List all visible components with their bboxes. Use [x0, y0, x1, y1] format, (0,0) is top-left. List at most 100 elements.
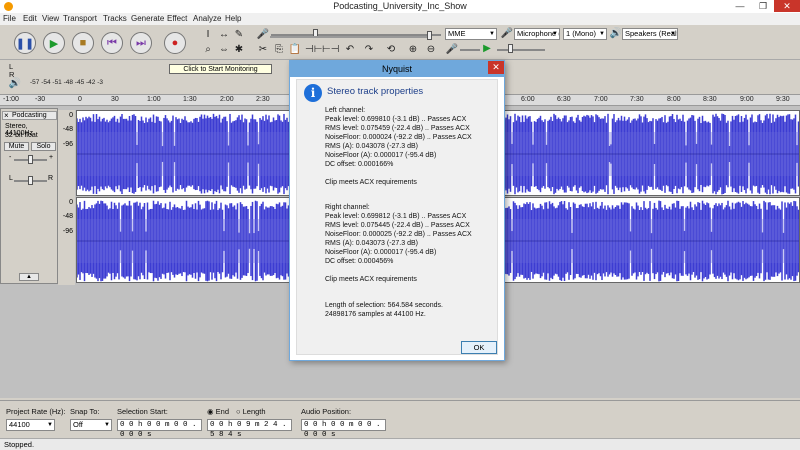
play-button[interactable]: ▶: [43, 32, 65, 54]
playback-device-select[interactable]: Speakers (Realt ▼: [622, 28, 678, 40]
left-channel-header: Left channel:: [325, 107, 366, 114]
scale-label: -48: [62, 126, 73, 133]
ruler-tick: -30: [35, 96, 46, 103]
track-close-icon[interactable]: ×: [4, 111, 9, 120]
mute-button[interactable]: Mute: [4, 142, 29, 151]
cut-icon[interactable]: ✂: [256, 43, 270, 57]
skip-start-icon: ⏮: [107, 36, 117, 49]
trim-icon[interactable]: ⊣⊢: [305, 43, 322, 57]
microphone-icon: 🎤: [500, 28, 514, 39]
menu-file[interactable]: File: [3, 14, 16, 23]
envelope-tool-icon[interactable]: ↔: [217, 28, 231, 42]
gain-minus-label: -: [9, 154, 12, 161]
result-line: RMS (A): 0.043073 (-27.3 dB): [325, 240, 418, 247]
skip-end-icon: ⏭: [136, 36, 146, 49]
sync-lock-icon[interactable]: ⟲: [384, 43, 398, 57]
stop-icon: ■: [79, 37, 87, 49]
length-radio[interactable]: ○ Length: [236, 407, 266, 416]
ok-button[interactable]: OK: [461, 341, 497, 354]
toolbar: ❚❚ ▶ ■ ⏮ ⏭ ● I ↔ ✎ ⌕ ⇔ ✱ 🎤 ✂ ⎘ 📋 ⊣⊢ ⊢⊣ ↶…: [0, 25, 800, 60]
selection-end-field[interactable]: 0 0 h 0 9 m 2 4 . 5 8 4 s: [207, 419, 292, 439]
menu-analyze[interactable]: Analyze: [193, 14, 221, 23]
play-at-speed-knob[interactable]: [508, 44, 513, 53]
left-verdict: Clip meets ACX requirements: [325, 179, 417, 186]
menu-view[interactable]: View: [42, 14, 59, 23]
paste-icon[interactable]: 📋: [288, 43, 302, 57]
window-title: Podcasting_University_Inc_Show: [333, 1, 467, 11]
vertical-scale-right[interactable]: 0 -48 -96: [58, 197, 75, 285]
zoom-out-icon[interactable]: ⊖: [424, 43, 438, 57]
zoom-in-icon[interactable]: ⊕: [406, 43, 420, 57]
vertical-scale-left[interactable]: 0 -48 -96: [58, 110, 75, 198]
skip-to-start-button[interactable]: ⏮: [101, 32, 123, 54]
play-at-speed-icon[interactable]: ▶: [480, 42, 494, 56]
audio-position-field[interactable]: 0 0 h 0 0 m 0 0 . 0 0 0 s: [301, 419, 386, 439]
status-bar: Stopped.: [0, 438, 800, 450]
stop-button[interactable]: ■: [72, 32, 94, 54]
pause-button[interactable]: ❚❚: [14, 32, 36, 54]
redo-icon[interactable]: ↷: [362, 43, 376, 57]
snap-to-select[interactable]: Off ▼: [70, 419, 112, 431]
play-icon: ▶: [49, 37, 59, 50]
playback-meter-knob[interactable]: [427, 31, 432, 40]
recording-device-select[interactable]: Microphone (U▼: [514, 28, 560, 40]
menu-transport[interactable]: Transport: [63, 14, 97, 23]
ruler-tick: 30: [111, 96, 119, 103]
ruler-tick: 1:30: [183, 96, 197, 103]
ruler-tick: 9:30: [776, 96, 790, 103]
menu-help[interactable]: Help: [225, 14, 241, 23]
dialog-heading: Stereo track properties: [327, 86, 424, 97]
title-bar: Podcasting_University_Inc_Show — ❐ ✕: [0, 0, 800, 13]
record-volume-mic-icon: 🎤: [445, 44, 459, 55]
end-radio[interactable]: ◉ End: [207, 407, 229, 416]
selection-start-label: Selection Start:: [117, 407, 168, 416]
collapse-track-button[interactable]: ▲: [19, 273, 39, 281]
timeshift-tool-icon[interactable]: ⇔: [217, 43, 231, 57]
silence-icon[interactable]: ⊢⊣: [322, 43, 339, 57]
close-button[interactable]: ✕: [774, 0, 800, 12]
playback-meter-track: [270, 36, 432, 38]
multi-tool-icon[interactable]: ✱: [232, 43, 246, 57]
maximize-button[interactable]: ❐: [752, 0, 774, 12]
solo-button[interactable]: Solo: [31, 142, 56, 151]
dialog-close-button[interactable]: ✕: [488, 61, 504, 74]
draw-tool-icon[interactable]: ✎: [232, 28, 246, 42]
project-rate-select[interactable]: 44100 ▼: [6, 419, 55, 431]
scale-label: -48: [62, 213, 73, 220]
pan-slider-knob[interactable]: [28, 176, 33, 185]
menu-generate[interactable]: Generate: [131, 14, 164, 23]
gain-slider-knob[interactable]: [28, 155, 33, 164]
result-line: DC offset: 0.000166%: [325, 161, 394, 168]
menu-edit[interactable]: Edit: [23, 14, 37, 23]
host-select[interactable]: MME ▼: [445, 28, 497, 40]
menu-tracks[interactable]: Tracks: [103, 14, 127, 23]
record-button[interactable]: ●: [164, 32, 186, 54]
menu-effect[interactable]: Effect: [167, 14, 187, 23]
track-control-panel: Podcasting × Stereo, 44100Hz 32-bit floa…: [0, 108, 58, 284]
result-line: NoiseFloor (A): 0.000017 (-95.4 dB): [325, 152, 437, 159]
scale-label: -96: [62, 141, 73, 148]
channels-select[interactable]: 1 (Mono) ▼: [563, 28, 607, 40]
result-line: Peak level: 0.699812 (-3.1 dB) .. Passes…: [325, 213, 467, 220]
selection-start-field[interactable]: 0 0 h 0 0 m 0 0 . 0 0 0 s: [117, 419, 202, 439]
minimize-button[interactable]: —: [729, 0, 751, 12]
audio-position-label: Audio Position:: [301, 407, 352, 416]
pause-icon: ❚❚: [15, 37, 35, 50]
menu-bar: File Edit View Transport Tracks Generate…: [0, 13, 800, 25]
pan-right-label: R: [48, 175, 54, 182]
zoom-tool-icon[interactable]: ⌕: [201, 43, 215, 57]
selection-toolbar: Project Rate (Hz): 44100 ▼ Snap To: Off ▼ …: [0, 400, 800, 439]
copy-icon[interactable]: ⎘: [272, 43, 286, 57]
result-line: RMS level: 0.075459 (-22.4 dB) .. Passes…: [325, 125, 470, 132]
pan-left-label: L: [9, 175, 13, 182]
track-name-menu[interactable]: Podcasting: [2, 111, 57, 120]
length-radio-label: Length: [242, 407, 266, 416]
dialog-body: i Stereo track properties Left channel: …: [296, 79, 498, 355]
scale-label: 0: [69, 112, 73, 119]
skip-to-end-button[interactable]: ⏭: [130, 32, 152, 54]
snap-to-label: Snap To:: [70, 407, 100, 416]
ruler-tick: 2:00: [220, 96, 234, 103]
selection-tool-icon[interactable]: I: [201, 28, 215, 42]
gain-plus-label: +: [49, 154, 54, 161]
undo-icon[interactable]: ↶: [343, 43, 357, 57]
